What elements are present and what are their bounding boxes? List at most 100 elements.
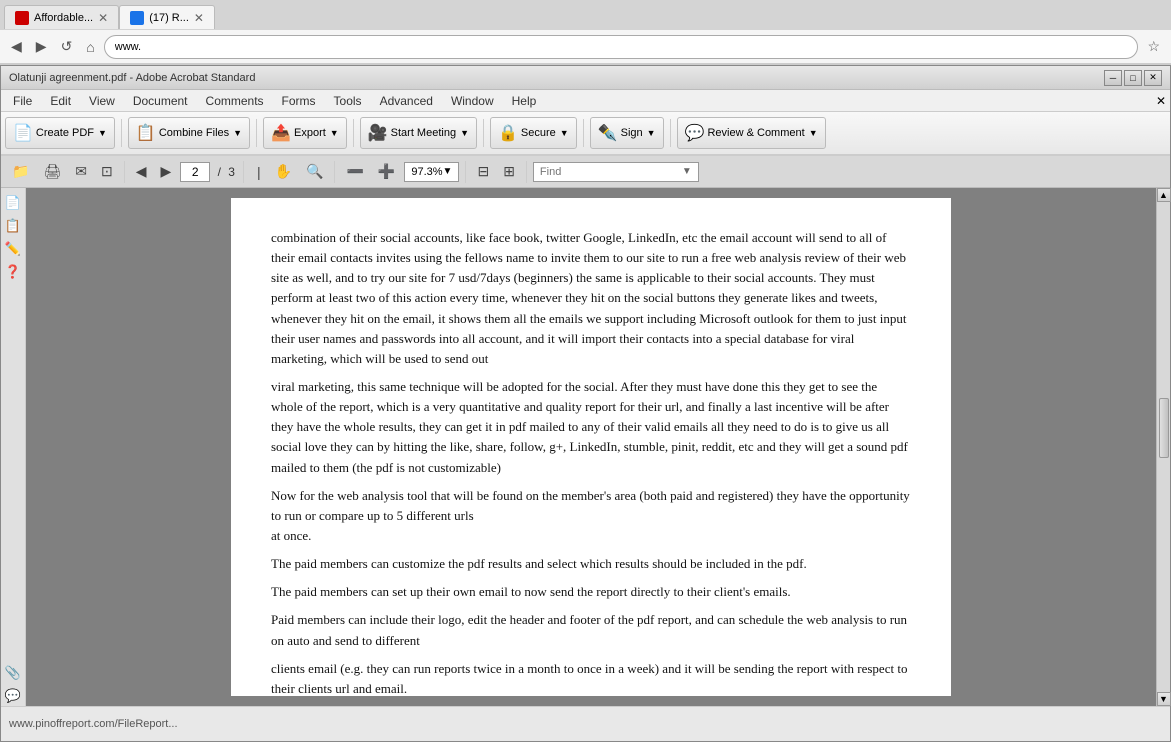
zoom-display[interactable]: 97.3% ▼ <box>404 162 459 182</box>
scroll-up-button[interactable]: ▲ <box>1157 188 1171 202</box>
sidebar-help-icon[interactable]: ❓ <box>3 262 23 282</box>
separator-4 <box>483 119 484 147</box>
menu-window[interactable]: Window <box>443 92 502 110</box>
bottom-bar: www.pinoffreport.com/FileReport... <box>1 706 1170 741</box>
fit-page-button[interactable]: ⊡ <box>96 161 118 182</box>
separator-3 <box>353 119 354 147</box>
find-bar[interactable]: ▼ <box>533 162 699 182</box>
page-separator: / <box>214 165 224 179</box>
sidebar-attachment-icon[interactable]: 📎 <box>3 663 23 683</box>
email-button[interactable]: ✉ <box>70 161 92 182</box>
tab-1-close[interactable]: ✕ <box>98 11 108 25</box>
menu-file[interactable]: File <box>5 92 40 110</box>
page-sep-3 <box>334 161 335 183</box>
zoom-in-button[interactable]: 🔍 <box>301 161 328 182</box>
total-pages: 3 <box>228 165 235 179</box>
acrobat-window: Olatunji agreenment.pdf - Adobe Acrobat … <box>0 65 1171 742</box>
next-page-button[interactable]: ▶ <box>155 161 176 182</box>
sign-label: Sign <box>621 127 643 139</box>
zoom-in2-button[interactable]: ➕ <box>373 161 400 182</box>
prev-page-button[interactable]: ◀ <box>131 161 152 182</box>
pdf-para-2: viral marketing, this same technique wil… <box>271 377 911 478</box>
pdf-para-4: The paid members can customize the pdf r… <box>271 554 911 574</box>
tab-1-label: Affordable... <box>34 12 93 24</box>
cursor-tool-button[interactable]: | <box>252 162 266 182</box>
zoom-out-button[interactable]: ➖ <box>341 161 368 182</box>
menu-edit[interactable]: Edit <box>42 92 79 110</box>
main-area: 📄 📋 ✏️ ❓ 📎 💬 combination of their social… <box>1 188 1170 706</box>
page-sep-2 <box>243 161 244 183</box>
left-sidebar: 📄 📋 ✏️ ❓ 📎 💬 <box>1 188 26 706</box>
create-pdf-label: Create PDF <box>36 127 94 139</box>
scroll-track[interactable] <box>1158 204 1170 690</box>
fit-width-button[interactable]: ⊟ <box>472 161 494 182</box>
review-comment-icon: 💬 <box>685 123 705 143</box>
panel-close-button[interactable]: ✕ <box>1156 94 1166 108</box>
menu-forms[interactable]: Forms <box>274 92 324 110</box>
actual-size-button[interactable]: ⊞ <box>498 161 520 182</box>
tab-2-close[interactable]: ✕ <box>194 11 204 25</box>
pdf-para-6: Paid members can include their logo, edi… <box>271 610 911 650</box>
tab-bar: Affordable... ✕ (17) R... ✕ <box>0 0 1171 30</box>
review-comment-label: Review & Comment <box>707 127 804 139</box>
secure-button[interactable]: 🔒 Secure ▼ <box>490 117 577 149</box>
sign-button[interactable]: ✒️ Sign ▼ <box>590 117 664 149</box>
menu-document[interactable]: Document <box>125 92 196 110</box>
pdf-para-7: clients email (e.g. they can run reports… <box>271 659 911 696</box>
secure-label: Secure <box>521 127 556 139</box>
menu-comments[interactable]: Comments <box>198 92 272 110</box>
bottom-url: www.pinoffreport.com/FileReport... <box>9 718 1162 730</box>
page-sep-1 <box>124 161 125 183</box>
folder-button[interactable]: 📁 <box>7 161 34 182</box>
export-button[interactable]: 📤 Export ▼ <box>263 117 347 149</box>
hand-tool-button[interactable]: ✋ <box>270 161 297 182</box>
find-arrow: ▼ <box>682 166 692 177</box>
sidebar-comment-icon[interactable]: 💬 <box>3 686 23 706</box>
bookmark-button[interactable]: ☆ <box>1142 36 1165 57</box>
pdf-para-3b: at once. <box>271 528 311 543</box>
pdf-para-1: combination of their social accounts, li… <box>271 228 911 369</box>
review-comment-button[interactable]: 💬 Review & Comment ▼ <box>677 117 826 149</box>
home-button[interactable]: ⌂ <box>81 37 99 57</box>
start-meeting-button[interactable]: 🎥 Start Meeting ▼ <box>360 117 477 149</box>
pdf-page: combination of their social accounts, li… <box>231 198 951 696</box>
sidebar-pages-icon[interactable]: 📄 <box>3 193 23 213</box>
minimize-button[interactable]: ─ <box>1104 70 1122 86</box>
create-pdf-arrow: ▼ <box>98 128 107 138</box>
combine-files-label: Combine Files <box>159 127 229 139</box>
right-scrollbar: ▲ ▼ <box>1156 188 1170 706</box>
scroll-thumb[interactable] <box>1159 398 1169 458</box>
page-number-input[interactable] <box>180 162 210 182</box>
forward-button[interactable]: ▶ <box>31 36 52 57</box>
zoom-value: 97.3% <box>411 166 442 178</box>
sidebar-bookmarks-icon[interactable]: 📋 <box>3 216 23 236</box>
combine-files-button[interactable]: 📋 Combine Files ▼ <box>128 117 250 149</box>
review-comment-arrow: ▼ <box>809 128 818 138</box>
tab-2-favicon <box>130 11 144 25</box>
close-button[interactable]: ✕ <box>1144 70 1162 86</box>
menu-tools[interactable]: Tools <box>326 92 370 110</box>
tab-1[interactable]: Affordable... ✕ <box>4 5 119 29</box>
address-bar[interactable] <box>104 35 1139 59</box>
page-sep-5 <box>526 161 527 183</box>
menu-help[interactable]: Help <box>504 92 545 110</box>
menu-advanced[interactable]: Advanced <box>372 92 441 110</box>
pdf-para-5: The paid members can set up their own em… <box>271 582 911 602</box>
menu-view[interactable]: View <box>81 92 123 110</box>
maximize-button[interactable]: □ <box>1124 70 1142 86</box>
sidebar-edit-icon[interactable]: ✏️ <box>3 239 23 259</box>
print-button[interactable]: 🖨 <box>38 161 66 182</box>
page-sep-4 <box>465 161 466 183</box>
sign-arrow: ▼ <box>647 128 656 138</box>
scroll-down-button[interactable]: ▼ <box>1157 692 1171 706</box>
create-pdf-button[interactable]: 📄 Create PDF ▼ <box>5 117 115 149</box>
separator-2 <box>256 119 257 147</box>
nav-icons: ☆ <box>1142 36 1165 57</box>
find-input[interactable] <box>540 166 682 178</box>
tab-1-favicon <box>15 11 29 25</box>
pdf-para-3a: Now for the web analysis tool that will … <box>271 488 910 523</box>
reload-button[interactable]: ↺ <box>56 36 78 57</box>
back-button[interactable]: ◀ <box>6 36 27 57</box>
tab-2[interactable]: (17) R... ✕ <box>119 5 215 29</box>
start-meeting-label: Start Meeting <box>391 127 456 139</box>
